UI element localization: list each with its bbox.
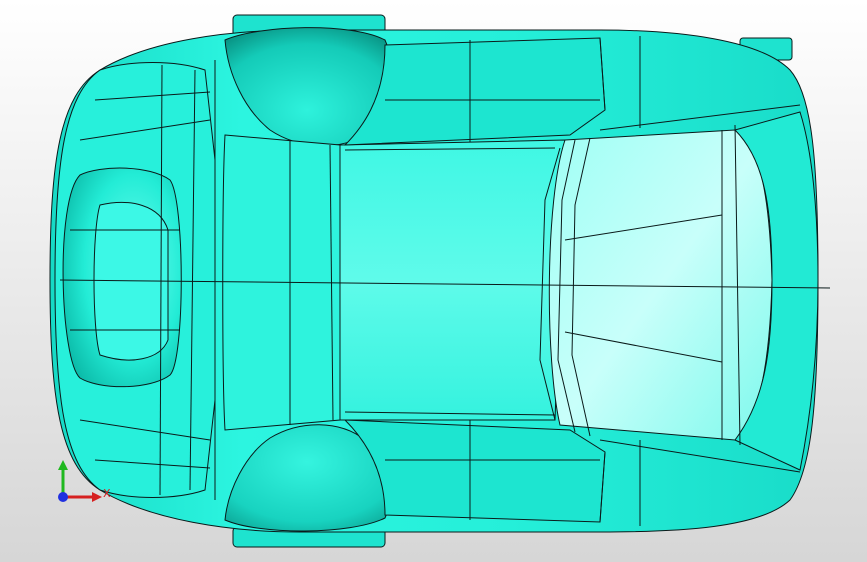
z-axis-point bbox=[58, 492, 68, 502]
x-axis-label: X bbox=[103, 487, 111, 500]
car-body-model bbox=[49, 14, 831, 548]
y-axis-arrowhead bbox=[58, 460, 68, 470]
reference-triad: X bbox=[46, 456, 116, 512]
model-view[interactable] bbox=[0, 0, 867, 562]
graphics-viewport[interactable]: X bbox=[0, 0, 867, 562]
x-axis-arrowhead bbox=[92, 492, 102, 502]
